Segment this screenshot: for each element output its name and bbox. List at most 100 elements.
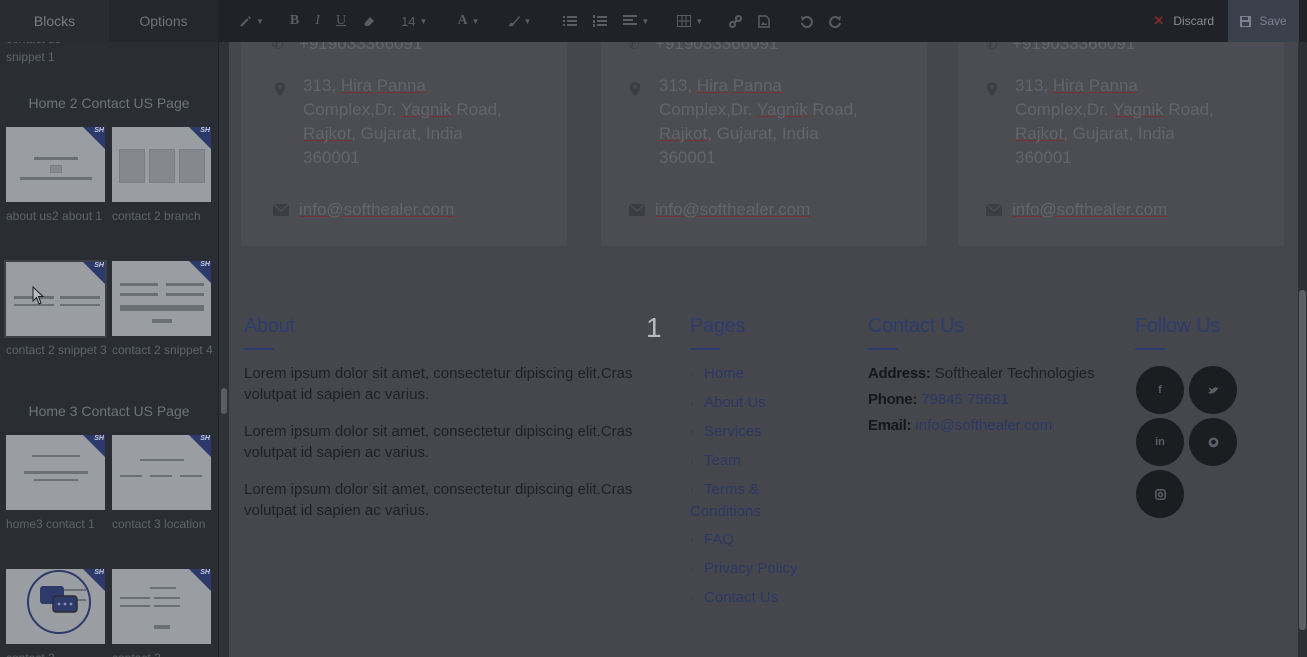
table-dropdown[interactable]: ▼ <box>669 0 711 42</box>
tab-options[interactable]: Options <box>109 0 218 42</box>
file-image-icon <box>758 14 771 28</box>
instagram-icon[interactable] <box>1136 470 1184 518</box>
footer-link-home[interactable]: › Home <box>690 363 744 385</box>
block-label: about us2 about 1 <box>6 209 103 223</box>
chat-widget-button[interactable] <box>27 570 91 634</box>
align-dropdown[interactable]: ▼ <box>615 0 657 42</box>
block-thumbnail[interactable]: SH <box>4 260 107 338</box>
undo-button[interactable] <box>792 0 821 42</box>
facebook-icon[interactable]: f <box>1136 366 1184 414</box>
contact-phone: Phone: 79845 75681 <box>868 391 1009 408</box>
tour-step-number: 1 <box>646 312 662 343</box>
address-card: ✆ +919033366091 313, Hira Panna Complex,… <box>241 34 567 246</box>
sidebar-scrollbar[interactable] <box>218 42 229 657</box>
section-title: Home 3 Contact US Page <box>28 403 190 419</box>
brand-badge: SH <box>94 435 104 442</box>
block-thumbnail[interactable]: SH <box>112 569 211 644</box>
eraser-icon <box>364 17 375 26</box>
footer-link-faq[interactable]: › FAQ <box>690 529 734 551</box>
follow-title: Follow Us <box>1135 315 1221 337</box>
editor-app: Blocks Options ▼ B I U 14 ▼ A ▼ ▼ ▼ ▼ ✕ … <box>0 0 1307 657</box>
style-picker-button[interactable]: ▼ <box>232 0 272 42</box>
block-thumbnail[interactable]: SH <box>6 435 105 510</box>
pages-title: Pages <box>690 315 746 337</box>
footer-link-about[interactable]: › About Us <box>690 392 766 414</box>
github-icon[interactable] <box>1189 418 1237 466</box>
bullet-list-button[interactable] <box>555 0 585 42</box>
email-link[interactable]: info@softhealer.com <box>915 417 1052 434</box>
block-label: contact 2 snippet 3 <box>6 343 107 357</box>
align-left-icon <box>623 15 638 25</box>
block-thumbnail[interactable]: SH <box>112 261 211 336</box>
contact-underline <box>868 348 898 350</box>
about-paragraph: Lorem ipsum dolor sit amet, consectetur … <box>244 365 633 403</box>
linkedin-icon[interactable]: in <box>1136 418 1184 466</box>
card-email[interactable]: info@softhealer.com <box>655 198 810 222</box>
format-tools: ▼ B I U 14 ▼ A ▼ ▼ ▼ ▼ <box>218 0 1139 42</box>
about-paragraph: Lorem ipsum dolor sit amet, consectetur … <box>244 423 633 461</box>
card-email[interactable]: info@softhealer.com <box>1012 198 1167 222</box>
underline-button[interactable]: U <box>328 0 354 42</box>
font-color-dropdown[interactable]: A ▼ <box>449 0 487 42</box>
block-label: contact us snippet 1 <box>6 42 61 64</box>
brand-badge: SH <box>200 435 210 442</box>
phone-link[interactable]: 79845 75681 <box>921 391 1009 408</box>
numbered-list-icon <box>593 15 608 27</box>
numbered-list-button[interactable] <box>585 0 615 42</box>
card-email[interactable]: info@softhealer.com <box>299 198 454 222</box>
map-marker-icon <box>987 82 997 96</box>
twitter-bird-icon <box>1207 386 1219 394</box>
block-thumbnail[interactable]: SH <box>6 127 105 202</box>
block-label: contact 2 <box>112 649 216 657</box>
footer-link-team[interactable]: › Team <box>690 450 741 472</box>
background-color-dropdown[interactable]: ▼ <box>500 0 540 42</box>
discard-button[interactable]: ✕ Discard <box>1139 0 1228 42</box>
brand-badge: SH <box>200 569 210 576</box>
save-button[interactable]: Save <box>1228 0 1299 42</box>
footer-link-privacy[interactable]: › Privacy Policy <box>690 558 797 580</box>
pages-underline <box>690 348 720 350</box>
block-label: contact 3 location <box>112 517 206 531</box>
block-thumbnail[interactable]: SH <box>112 127 211 202</box>
contact-email: Email: info@softhealer.com <box>868 417 1053 434</box>
twitter-icon[interactable] <box>1189 366 1237 414</box>
map-marker-icon <box>275 82 285 96</box>
italic-icon: I <box>315 13 320 28</box>
bullet-list-icon <box>563 16 578 26</box>
footer-link-contact[interactable]: › Contact Us <box>690 587 778 609</box>
page-scrollbar-thumb[interactable] <box>1299 290 1306 630</box>
editor-toolbar: Blocks Options ▼ B I U 14 ▼ A ▼ ▼ ▼ ▼ ✕ … <box>0 0 1307 42</box>
close-icon: ✕ <box>1153 13 1165 28</box>
follow-underline <box>1135 348 1165 350</box>
block-thumbnail[interactable]: SH <box>112 435 211 510</box>
chevron-right-icon: › <box>690 562 694 576</box>
redo-button[interactable] <box>821 0 850 42</box>
bold-button[interactable]: B <box>282 0 307 42</box>
block-label: contact 2 snippet 4 <box>112 343 213 357</box>
tab-blocks[interactable]: Blocks <box>0 0 109 42</box>
contact-address: Address: Softhealer Technologies <box>868 365 1095 382</box>
section-title: Home 2 Contact US Page <box>28 95 190 111</box>
font-size-dropdown[interactable]: 14 ▼ <box>393 0 435 42</box>
chat-bubble-icon <box>40 586 78 613</box>
bold-icon: B <box>289 13 300 28</box>
brand-badge: SH <box>94 262 104 269</box>
sidebar-scrollbar-thumb[interactable] <box>221 388 227 414</box>
brand-badge: SH <box>94 127 104 134</box>
page-preview: ✆ +919033366091 313, Hira Panna Complex,… <box>229 34 1298 657</box>
font-color-icon: A <box>457 13 468 28</box>
eraser-button[interactable] <box>354 0 383 42</box>
chevron-right-icon: › <box>690 425 694 439</box>
undo-icon <box>801 15 814 28</box>
footer-link-terms[interactable]: › Terms & Conditions <box>690 479 790 522</box>
link-button[interactable] <box>721 0 750 42</box>
underline-icon: U <box>335 13 347 28</box>
table-icon <box>677 15 692 27</box>
map-marker-icon <box>630 82 640 96</box>
chevron-right-icon: › <box>690 367 694 381</box>
footer-link-services[interactable]: › Services <box>690 421 762 443</box>
image-button[interactable] <box>750 0 778 42</box>
discard-label: Discard <box>1173 14 1214 28</box>
italic-button[interactable]: I <box>307 0 328 42</box>
magic-wand-icon <box>240 16 251 27</box>
